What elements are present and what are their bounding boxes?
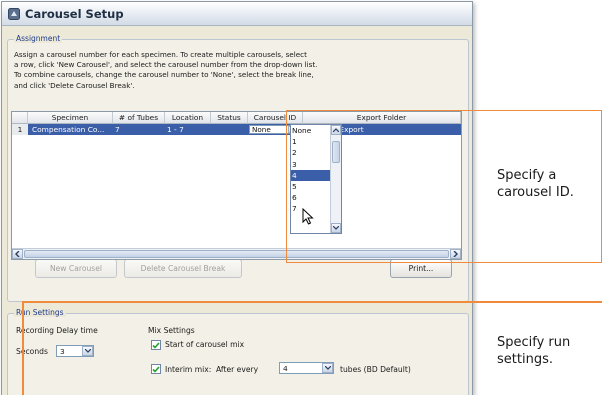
callout-line-text: carousel ID. xyxy=(497,185,574,200)
after-every-label: After every xyxy=(216,365,259,374)
row-number-header xyxy=(12,112,28,124)
column-header-specimen[interactable]: Specimen xyxy=(28,112,113,124)
column-header-status[interactable]: Status xyxy=(211,112,248,124)
instruction-line: To combine carousels, change the carouse… xyxy=(14,70,314,80)
tubes-default-label: tubes (BD Default) xyxy=(340,365,411,374)
recording-delay-label: Recording Delay time xyxy=(16,326,98,335)
assignment-instructions: Assign a carousel number for each specim… xyxy=(14,50,394,91)
interim-tubes-select[interactable]: 4 xyxy=(279,362,334,374)
instruction-line: a row, click 'New Carousel', and select … xyxy=(14,60,318,70)
carousel-id-value: None xyxy=(252,125,271,134)
interim-mix-label: Interim mix: xyxy=(165,365,212,374)
run-settings-callout-left xyxy=(22,301,24,395)
status-cell[interactable] xyxy=(211,124,247,135)
interim-tubes-value: 4 xyxy=(283,364,288,373)
callout-line-text: Specify a xyxy=(497,168,557,183)
instruction-line: Assign a carousel number for each specim… xyxy=(14,50,307,59)
seconds-select[interactable]: 3 xyxy=(56,345,94,357)
mix-settings-label: Mix Settings xyxy=(148,326,195,335)
run-settings-callout: Specify run settings. xyxy=(497,334,570,368)
window-title: Carousel Setup xyxy=(25,6,124,21)
run-settings-group: Run Settings Recording Delay time Second… xyxy=(7,308,469,395)
chevron-down-icon[interactable] xyxy=(322,363,333,373)
row-number: 1 xyxy=(12,124,28,135)
carousel-id-callout: Specify a carousel ID. xyxy=(497,167,574,201)
title-bar: Carousel Setup xyxy=(2,2,472,26)
seconds-label: Seconds xyxy=(16,347,48,356)
column-header-location[interactable]: Location xyxy=(165,112,211,124)
delete-carousel-break-button[interactable]: Delete Carousel Break xyxy=(124,259,242,278)
callout-line-text: settings. xyxy=(497,352,553,367)
start-mix-label: Start of carousel mix xyxy=(165,340,245,349)
scroll-left-icon[interactable] xyxy=(12,249,23,259)
column-header-tubes[interactable]: # of Tubes xyxy=(113,112,165,124)
app-window-icon xyxy=(8,7,20,20)
new-carousel-button[interactable]: New Carousel xyxy=(35,259,117,278)
chevron-down-icon[interactable] xyxy=(82,346,93,356)
callout-line-text: Specify run xyxy=(497,335,571,350)
start-mix-checkbox[interactable] xyxy=(151,340,161,350)
seconds-value: 3 xyxy=(60,347,65,356)
specimen-cell[interactable]: Compensation Co... xyxy=(30,124,112,135)
interim-mix-checkbox[interactable] xyxy=(151,364,161,374)
run-settings-callout-top xyxy=(22,301,602,303)
assignment-legend: Assignment xyxy=(14,34,63,43)
instruction-line: and click 'Delete Carousel Break'. xyxy=(14,80,135,90)
location-cell[interactable]: 1 - 7 xyxy=(165,124,209,135)
tubes-cell[interactable]: 7 xyxy=(113,124,163,135)
